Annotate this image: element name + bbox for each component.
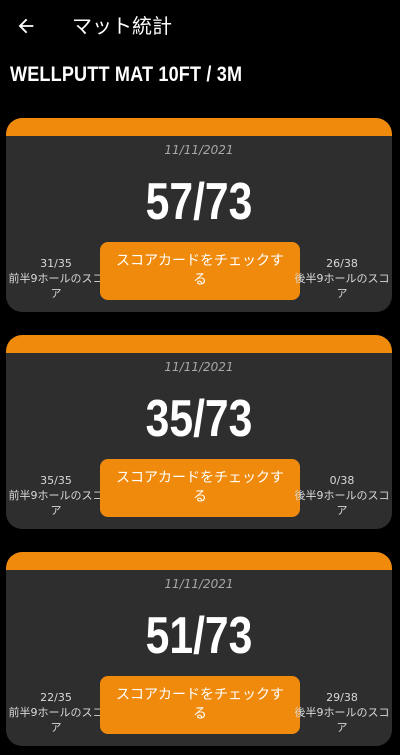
front-nine-score: 31/35 前半9ホールのスコア [8, 256, 104, 301]
back-nine-score: 26/38 後半9ホールのスコア [294, 256, 390, 301]
back-nine-score: 0/38 後半9ホールのスコア [294, 473, 390, 518]
back-nine-value: 0/38 [329, 474, 355, 487]
arrow-left-icon [18, 18, 34, 34]
page-title: マット統計 [72, 14, 172, 38]
back-button[interactable] [8, 8, 44, 44]
score-card: 11/11/2021 51/73 22/35 前半9ホールのスコア スコアカード… [6, 552, 392, 746]
back-nine-value: 26/38 [326, 257, 358, 270]
front-nine-score: 35/35 前半9ホールのスコア [8, 473, 104, 518]
card-accent-bar [6, 118, 392, 136]
score-card: 11/11/2021 57/73 31/35 前半9ホールのスコア スコアカード… [6, 118, 392, 312]
back-nine-label: 後半9ホールのスコア [294, 272, 390, 300]
mat-name: WELLPUTT MAT 10FT / 3M [10, 63, 243, 86]
score-card: 11/11/2021 35/73 35/35 前半9ホールのスコア スコアカード… [6, 335, 392, 529]
total-score: 35/73 [145, 390, 253, 448]
card-accent-bar [6, 335, 392, 353]
card-date: 11/11/2021 [164, 360, 234, 374]
front-nine-label: 前半9ホールのスコア [8, 706, 104, 734]
front-nine-value: 35/35 [40, 474, 72, 487]
card-accent-bar [6, 552, 392, 570]
back-nine-label: 後半9ホールのスコア [294, 489, 390, 517]
back-nine-value: 29/38 [326, 691, 358, 704]
check-scorecard-button[interactable]: スコアカードをチェックする [100, 459, 300, 517]
front-nine-value: 31/35 [40, 257, 72, 270]
total-score: 51/73 [145, 607, 253, 665]
card-date: 11/11/2021 [164, 577, 234, 591]
app-bar: マット統計 [0, 0, 400, 52]
total-score: 57/73 [145, 173, 253, 231]
check-scorecard-button[interactable]: スコアカードをチェックする [100, 676, 300, 734]
front-nine-value: 22/35 [40, 691, 72, 704]
front-nine-score: 22/35 前半9ホールのスコア [8, 690, 104, 735]
check-scorecard-button[interactable]: スコアカードをチェックする [100, 242, 300, 300]
back-nine-score: 29/38 後半9ホールのスコア [294, 690, 390, 735]
card-date: 11/11/2021 [164, 143, 234, 157]
front-nine-label: 前半9ホールのスコア [8, 272, 104, 300]
front-nine-label: 前半9ホールのスコア [8, 489, 104, 517]
back-nine-label: 後半9ホールのスコア [294, 706, 390, 734]
